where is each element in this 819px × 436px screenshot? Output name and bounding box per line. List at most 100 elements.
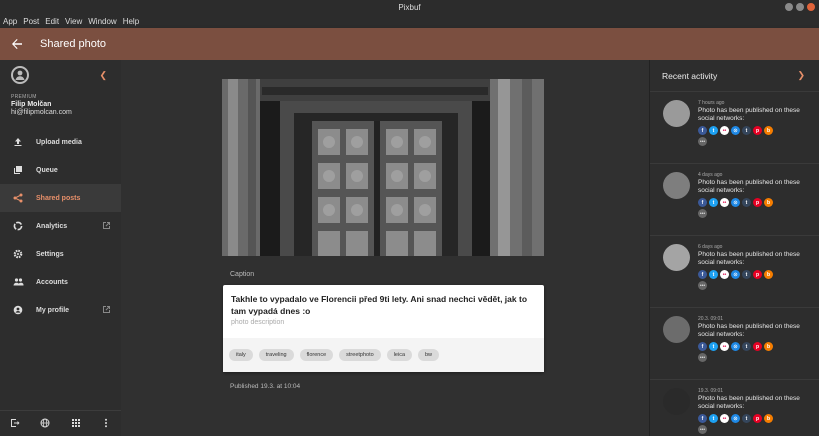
- activity-item[interactable]: 4 days ago Photo has been published on th…: [650, 164, 819, 236]
- tag-chip[interactable]: florence: [299, 349, 334, 361]
- 500px-icon[interactable]: ⊙: [731, 270, 740, 279]
- more-horiz-icon[interactable]: •••: [698, 425, 707, 434]
- flickr-icon[interactable]: ••: [720, 198, 729, 207]
- menu-help[interactable]: Help: [123, 17, 139, 26]
- blogger-icon[interactable]: b: [764, 414, 773, 423]
- sidebar-item-label: My profile: [36, 306, 70, 314]
- facebook-icon[interactable]: f: [698, 414, 707, 423]
- activity-thumbnail: [663, 388, 690, 415]
- description-field[interactable]: photo description: [223, 317, 544, 326]
- tumblr-icon[interactable]: t: [742, 414, 751, 423]
- main-content: Caption Takhle to vypadalo ve Florencii …: [121, 60, 649, 436]
- tumblr-icon[interactable]: t: [742, 198, 751, 207]
- user-name: Filip Molčan: [11, 101, 52, 108]
- activity-time: 6 days ago: [698, 244, 723, 250]
- flickr-icon[interactable]: ••: [720, 270, 729, 279]
- sidebar-item-my-profile[interactable]: My profile: [0, 296, 121, 324]
- activity-time: 7 hours ago: [698, 100, 725, 106]
- pinterest-icon[interactable]: p: [753, 342, 762, 351]
- pinterest-icon[interactable]: p: [753, 414, 762, 423]
- facebook-icon[interactable]: f: [698, 198, 707, 207]
- menubar: App Post Edit View Window Help: [0, 14, 819, 28]
- activity-item[interactable]: 20.3. 09:01 Photo has been published on t…: [650, 308, 819, 380]
- twitter-icon[interactable]: t: [709, 414, 718, 423]
- menu-app[interactable]: App: [3, 17, 17, 26]
- chevron-right-icon[interactable]: ❯: [797, 70, 805, 81]
- flickr-icon[interactable]: ••: [720, 126, 729, 135]
- pinterest-icon[interactable]: p: [753, 270, 762, 279]
- activity-time: 19.3. 09:01: [698, 388, 724, 394]
- menu-edit[interactable]: Edit: [45, 17, 59, 26]
- sidebar-item-upload-media[interactable]: Upload media: [0, 128, 121, 156]
- back-arrow-icon[interactable]: [0, 28, 34, 60]
- activity-item[interactable]: 6 days ago Photo has been published on th…: [650, 236, 819, 308]
- 500px-icon[interactable]: ⊙: [731, 198, 740, 207]
- network-icons: f t •• ⊙ t p b: [698, 342, 819, 351]
- published-date: Published 19.3. at 10:04: [230, 383, 301, 390]
- twitter-icon[interactable]: t: [709, 198, 718, 207]
- recent-activity-panel: Recent activity ❯ 7 hours ago Photo has b…: [649, 60, 819, 436]
- avatar[interactable]: [11, 66, 29, 84]
- pinterest-icon[interactable]: p: [753, 198, 762, 207]
- flickr-icon[interactable]: ••: [720, 342, 729, 351]
- tumblr-icon[interactable]: t: [742, 126, 751, 135]
- caption-text[interactable]: Takhle to vypadalo ve Florencii před 9ti…: [223, 285, 544, 317]
- gear-icon: [12, 248, 24, 260]
- activity-time: 20.3. 09:01: [698, 316, 724, 322]
- blogger-icon[interactable]: b: [764, 126, 773, 135]
- pinterest-icon[interactable]: p: [753, 126, 762, 135]
- flickr-icon[interactable]: ••: [720, 414, 729, 423]
- activity-text: Photo has been published on these social…: [698, 323, 800, 338]
- activity-thumbnail: [663, 100, 690, 127]
- tumblr-icon[interactable]: t: [742, 342, 751, 351]
- more-horiz-icon[interactable]: •••: [698, 281, 707, 290]
- apps-grid-icon[interactable]: [71, 415, 81, 433]
- 500px-icon[interactable]: ⊙: [731, 126, 740, 135]
- activity-list: 7 hours ago Photo has been published on t…: [650, 92, 819, 436]
- tag-chip[interactable]: streetphoto: [339, 349, 381, 361]
- activity-item[interactable]: 7 hours ago Photo has been published on t…: [650, 92, 819, 164]
- sidebar-item-settings[interactable]: Settings: [0, 240, 121, 268]
- tag-chip[interactable]: italy: [229, 349, 253, 361]
- menu-window[interactable]: Window: [88, 17, 116, 26]
- blogger-icon[interactable]: b: [764, 342, 773, 351]
- tag-chip[interactable]: bw: [418, 349, 440, 361]
- blogger-icon[interactable]: b: [764, 198, 773, 207]
- sidebar-item-analytics[interactable]: Analytics: [0, 212, 121, 240]
- sidebar-item-accounts[interactable]: Accounts: [0, 268, 121, 296]
- twitter-icon[interactable]: t: [709, 342, 718, 351]
- activity-item[interactable]: 19.3. 09:01 Photo has been published on t…: [650, 380, 819, 436]
- logout-icon[interactable]: [10, 415, 20, 433]
- more-horiz-icon[interactable]: •••: [698, 137, 707, 146]
- sidebar-item-queue[interactable]: Queue: [0, 156, 121, 184]
- more-vert-icon[interactable]: [101, 415, 111, 433]
- caption-label: Caption: [230, 271, 255, 278]
- tumblr-icon[interactable]: t: [742, 270, 751, 279]
- activity-thumbnail: [663, 316, 690, 343]
- maximize-window-button[interactable]: [796, 3, 804, 11]
- facebook-icon[interactable]: f: [698, 270, 707, 279]
- shared-photo[interactable]: [222, 79, 544, 256]
- tag-chip[interactable]: traveling: [258, 349, 294, 361]
- menu-view[interactable]: View: [65, 17, 82, 26]
- twitter-icon[interactable]: t: [709, 270, 718, 279]
- page-title: Shared photo: [40, 38, 107, 50]
- twitter-icon[interactable]: t: [709, 126, 718, 135]
- menu-post[interactable]: Post: [23, 17, 39, 26]
- collapse-sidebar-icon[interactable]: ❮: [99, 70, 107, 81]
- network-icons: f t •• ⊙ t p b: [698, 270, 819, 279]
- minimize-window-button[interactable]: [785, 3, 793, 11]
- analytics-icon: [12, 220, 24, 232]
- 500px-icon[interactable]: ⊙: [731, 342, 740, 351]
- facebook-icon[interactable]: f: [698, 342, 707, 351]
- sidebar-item-shared-posts[interactable]: Shared posts: [0, 184, 121, 212]
- activity-text: Photo has been published on these social…: [698, 107, 800, 122]
- facebook-icon[interactable]: f: [698, 126, 707, 135]
- blogger-icon[interactable]: b: [764, 270, 773, 279]
- more-horiz-icon[interactable]: •••: [698, 209, 707, 218]
- close-window-button[interactable]: [807, 3, 815, 11]
- globe-icon[interactable]: [40, 415, 50, 433]
- more-horiz-icon[interactable]: •••: [698, 353, 707, 362]
- 500px-icon[interactable]: ⊙: [731, 414, 740, 423]
- tag-chip[interactable]: leica: [386, 349, 412, 361]
